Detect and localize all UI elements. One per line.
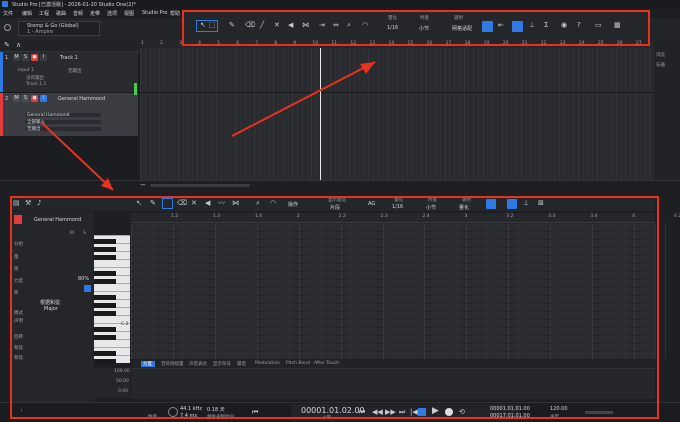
annotation-arrows bbox=[41, 61, 376, 191]
